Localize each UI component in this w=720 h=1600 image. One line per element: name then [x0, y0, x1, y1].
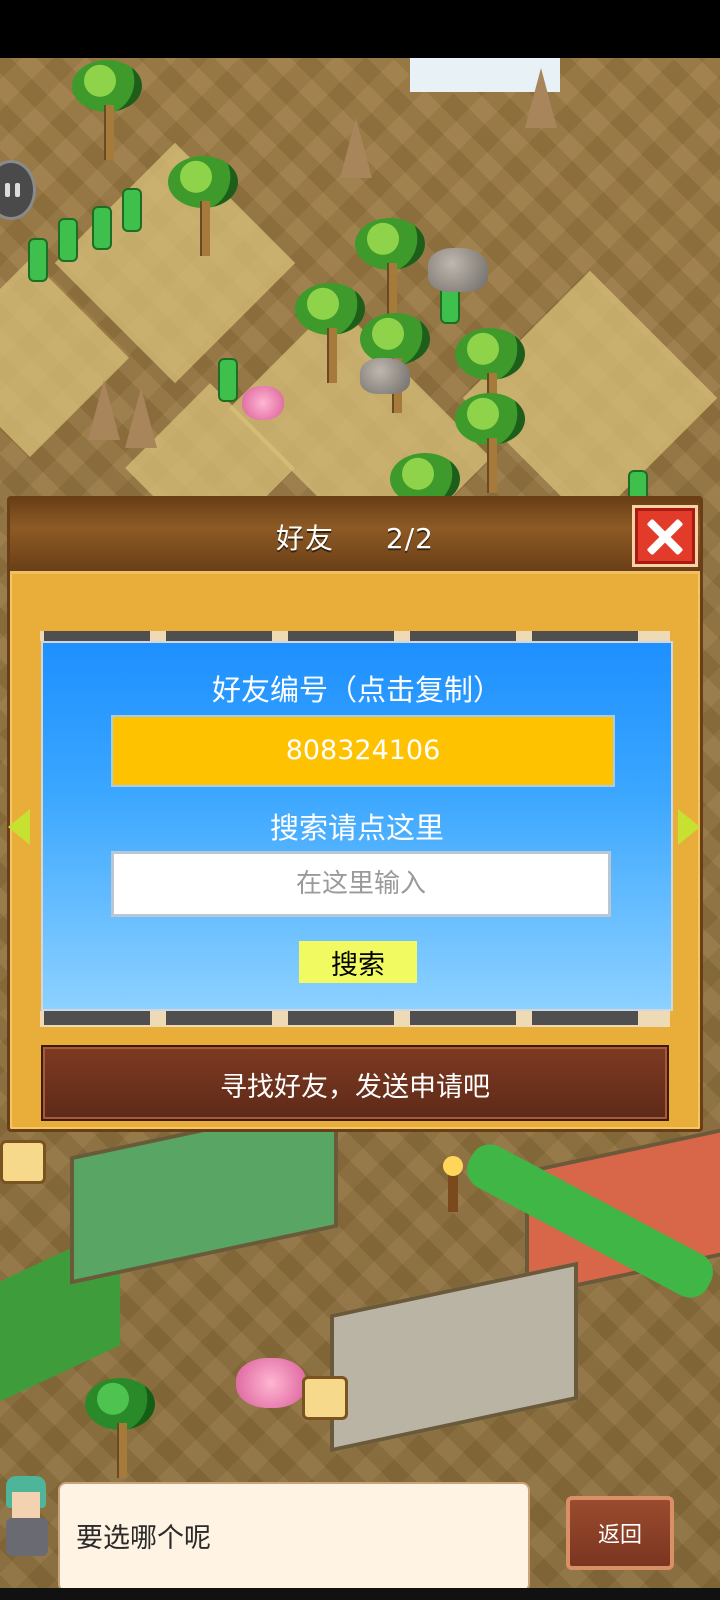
house-gray[interactable]: [330, 1261, 578, 1453]
dialog-header: 好友 2/2: [10, 499, 700, 574]
back-button[interactable]: 返回: [566, 1496, 674, 1570]
palm-tree: [168, 156, 238, 256]
footer-message: 寻找好友，发送申请吧: [220, 1072, 490, 1103]
palm-tree: [455, 393, 525, 493]
close-icon[interactable]: [632, 505, 698, 567]
friends-dialog: 好友 2/2 好友编号（点击复制） 808324106 搜索请点这里 搜索 寻找…: [7, 496, 703, 1132]
pink-crystal: [242, 386, 284, 420]
pink-crystal: [236, 1358, 306, 1408]
boulder: [428, 248, 488, 292]
visitor-marker-icon[interactable]: [0, 1140, 46, 1184]
palm-tree: [295, 283, 365, 383]
pine-tree: [85, 1378, 155, 1478]
cactus: [58, 218, 78, 262]
cactus: [28, 238, 48, 282]
page-indicator: 2/2: [385, 522, 434, 555]
friend-id-copy-button[interactable]: 808324106: [111, 715, 615, 787]
tab-strip-top: [40, 631, 670, 641]
arrow-right-icon[interactable]: [678, 809, 700, 845]
search-button[interactable]: 搜索: [299, 941, 417, 983]
friend-panel: 好友编号（点击复制） 808324106 搜索请点这里 搜索: [41, 641, 673, 1011]
bottom-strip: [0, 1588, 720, 1600]
palm-tree: [355, 218, 425, 318]
cactus: [92, 206, 112, 250]
rock-spire: [125, 388, 157, 448]
search-input[interactable]: [111, 851, 611, 917]
rock-spire: [340, 118, 372, 178]
dialog-title-text: 好友: [276, 522, 335, 555]
character-avatar: [0, 1470, 58, 1564]
palm-tree: [455, 328, 525, 428]
speech-bubble: 要选哪个呢: [58, 1482, 530, 1592]
arrow-left-icon[interactable]: [8, 809, 30, 845]
tab-strip-bottom: [40, 1011, 670, 1027]
search-hint: 搜索请点这里: [269, 811, 444, 845]
rock-spire: [525, 68, 557, 128]
palm-tree: [72, 60, 142, 160]
boulder: [360, 358, 410, 394]
cactus: [122, 188, 142, 232]
status-bar: [0, 0, 720, 58]
rock-spire: [88, 380, 120, 440]
dialog-title: 好友 2/2: [10, 517, 700, 557]
visitor-marker-icon[interactable]: [302, 1376, 348, 1420]
speech-text: 要选哪个呢: [76, 1523, 211, 1554]
friend-id-label: 好友编号（点击复制）: [211, 673, 502, 707]
footer-message-bar: 寻找好友，发送申请吧: [41, 1045, 669, 1121]
torch-flame: [443, 1156, 463, 1176]
cactus: [218, 358, 238, 402]
